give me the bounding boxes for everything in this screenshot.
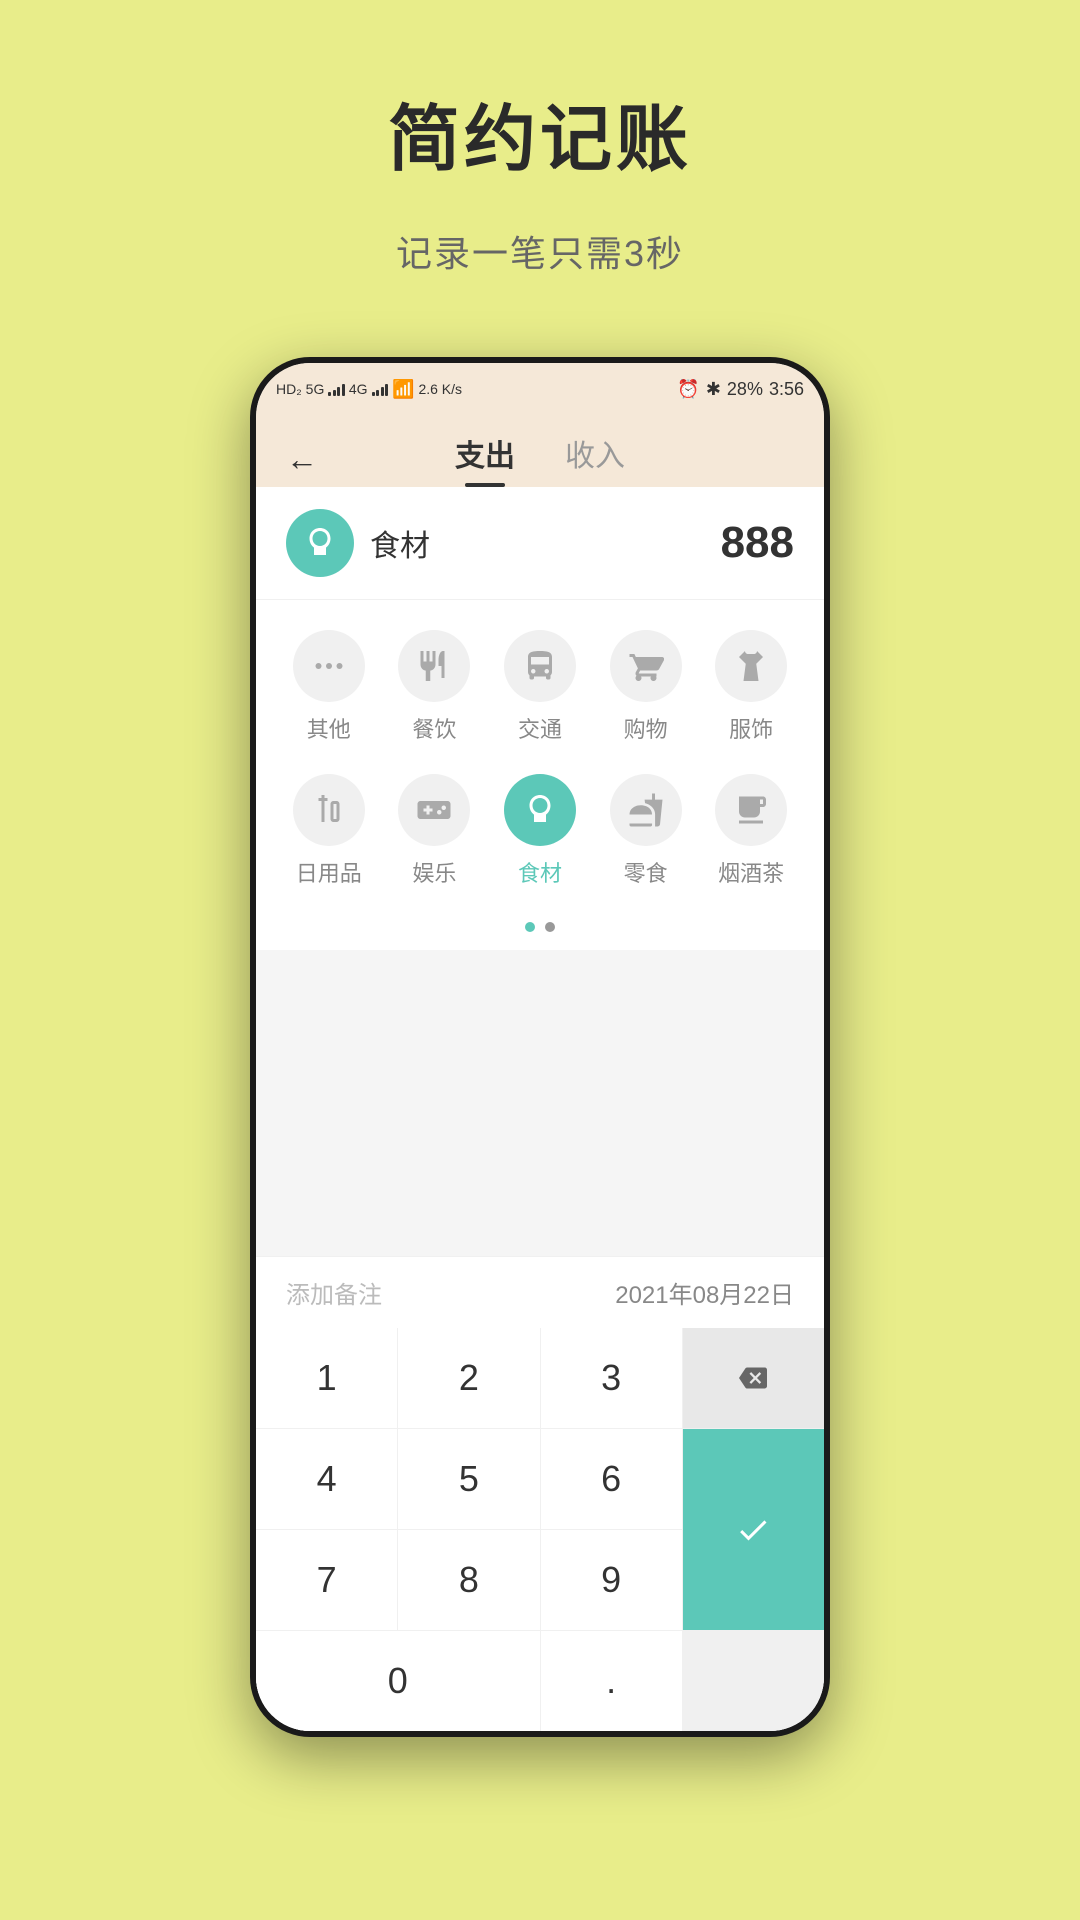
status-5g: 5G (306, 381, 325, 397)
category-item-other[interactable]: 其他 (276, 620, 382, 754)
snacks-label: 零食 (624, 856, 668, 888)
alarm-icon: ⏰ (677, 379, 699, 400)
category-item-entertainment[interactable]: 娱乐 (382, 764, 488, 898)
numpad-9[interactable]: 9 (541, 1530, 682, 1630)
category-item-tobacco[interactable]: 烟酒茶 (698, 764, 804, 898)
phone-inner: HD₂ 5G 4G 📶 2.6 K/s ⏰ ✱ 28% 3:56 ← (256, 363, 824, 1731)
category-item-ingredients[interactable]: 食材 (487, 764, 593, 898)
category-item-clothing[interactable]: 服饰 (698, 620, 804, 754)
status-speed: 2.6 K/s (418, 381, 462, 397)
tobacco-icon (733, 792, 769, 828)
status-time: 3:56 (769, 379, 804, 400)
numpad-2[interactable]: 2 (398, 1328, 539, 1428)
page-title: 简约记账 (388, 80, 692, 185)
category-item-daily[interactable]: 日用品 (276, 764, 382, 898)
category-left: 食材 (286, 509, 430, 577)
delete-icon (739, 1364, 767, 1392)
note-date-row: 添加备注 2021年08月22日 (256, 1256, 824, 1328)
battery-percent: 28% (727, 379, 763, 400)
amount-display: 888 (721, 518, 794, 568)
category-item-shopping[interactable]: 购物 (593, 620, 699, 754)
food-icon-wrap (398, 630, 470, 702)
pagination-dots (256, 908, 824, 950)
shopping-icon-wrap (610, 630, 682, 702)
status-network: HD₂ (276, 381, 302, 397)
category-item-snacks[interactable]: 零食 (593, 764, 699, 898)
selected-category-row: 食材 888 (256, 487, 824, 600)
tobacco-label: 烟酒茶 (718, 856, 784, 888)
date-display[interactable]: 2021年08月22日 (615, 1275, 794, 1310)
ingredients-icon-svg (302, 525, 338, 561)
clothing-icon-wrap (715, 630, 787, 702)
food-label: 餐饮 (412, 712, 456, 744)
status-bar: HD₂ 5G 4G 📶 2.6 K/s ⏰ ✱ 28% 3:56 (256, 363, 824, 415)
entertainment-icon (416, 792, 452, 828)
note-placeholder[interactable]: 添加备注 (286, 1275, 382, 1310)
entertainment-label: 娱乐 (412, 856, 456, 888)
category-item-transport[interactable]: 交通 (487, 620, 593, 754)
tab-expense[interactable]: 支出 (455, 431, 515, 487)
selected-category-name: 食材 (370, 521, 430, 565)
numpad-dot[interactable]: . (541, 1631, 682, 1731)
numpad-delete[interactable] (683, 1328, 824, 1428)
wifi-icon: 📶 (392, 379, 414, 400)
status-4g: 4G (349, 381, 368, 397)
numpad-3[interactable]: 3 (541, 1328, 682, 1428)
snacks-icon-wrap (610, 774, 682, 846)
entertainment-icon-wrap (398, 774, 470, 846)
category-grid-container: 其他 餐饮 (256, 600, 824, 908)
transport-label: 交通 (518, 712, 562, 744)
tab-income[interactable]: 收入 (565, 431, 625, 487)
ingredients-icon-wrap (504, 774, 576, 846)
other-icon-wrap (293, 630, 365, 702)
category-grid: 其他 餐饮 (276, 620, 804, 898)
numpad-0[interactable]: 0 (256, 1631, 540, 1731)
transport-icon-wrap (504, 630, 576, 702)
numpad-7[interactable]: 7 (256, 1530, 397, 1630)
daily-icon (311, 792, 347, 828)
numpad-6[interactable]: 6 (541, 1429, 682, 1529)
status-right: ⏰ ✱ 28% 3:56 (677, 379, 804, 400)
numpad-4[interactable]: 4 (256, 1429, 397, 1529)
signal-icon-2 (372, 382, 389, 396)
transport-icon (522, 648, 558, 684)
other-label: 其他 (307, 712, 351, 744)
signal-icon-1 (328, 382, 345, 396)
bluetooth-icon: ✱ (706, 379, 721, 400)
selected-category-icon (286, 509, 354, 577)
numpad-5[interactable]: 5 (398, 1429, 539, 1529)
shopping-icon (628, 648, 664, 684)
dot-1 (525, 922, 535, 932)
tobacco-icon-wrap (715, 774, 787, 846)
clothing-icon (733, 648, 769, 684)
daily-icon-wrap (293, 774, 365, 846)
other-icon (311, 648, 347, 684)
numpad-confirm[interactable] (683, 1429, 824, 1630)
status-left: HD₂ 5G 4G 📶 2.6 K/s (276, 379, 462, 400)
back-button[interactable]: ← (286, 441, 318, 478)
content-area: 食材 888 其他 (256, 487, 824, 1731)
shopping-label: 购物 (624, 712, 668, 744)
amount-entry-area (256, 950, 824, 1256)
snacks-icon (628, 792, 664, 828)
category-item-food[interactable]: 餐饮 (382, 620, 488, 754)
daily-label: 日用品 (296, 856, 362, 888)
dot-2 (545, 922, 555, 932)
ingredients-label: 食材 (518, 856, 562, 888)
confirm-icon (735, 1512, 771, 1548)
ingredients-icon-active (522, 792, 558, 828)
numpad: 1 2 3 4 5 6 7 8 9 0 (256, 1328, 824, 1731)
numpad-8[interactable]: 8 (398, 1530, 539, 1630)
phone-mockup: HD₂ 5G 4G 📶 2.6 K/s ⏰ ✱ 28% 3:56 ← (250, 357, 830, 1737)
food-icon (416, 648, 452, 684)
tab-group: 支出 收入 (455, 431, 625, 487)
header: ← 支出 收入 (256, 415, 824, 487)
clothing-label: 服饰 (729, 712, 773, 744)
numpad-1[interactable]: 1 (256, 1328, 397, 1428)
page-subtitle: 记录一笔只需3秒 (396, 225, 684, 277)
